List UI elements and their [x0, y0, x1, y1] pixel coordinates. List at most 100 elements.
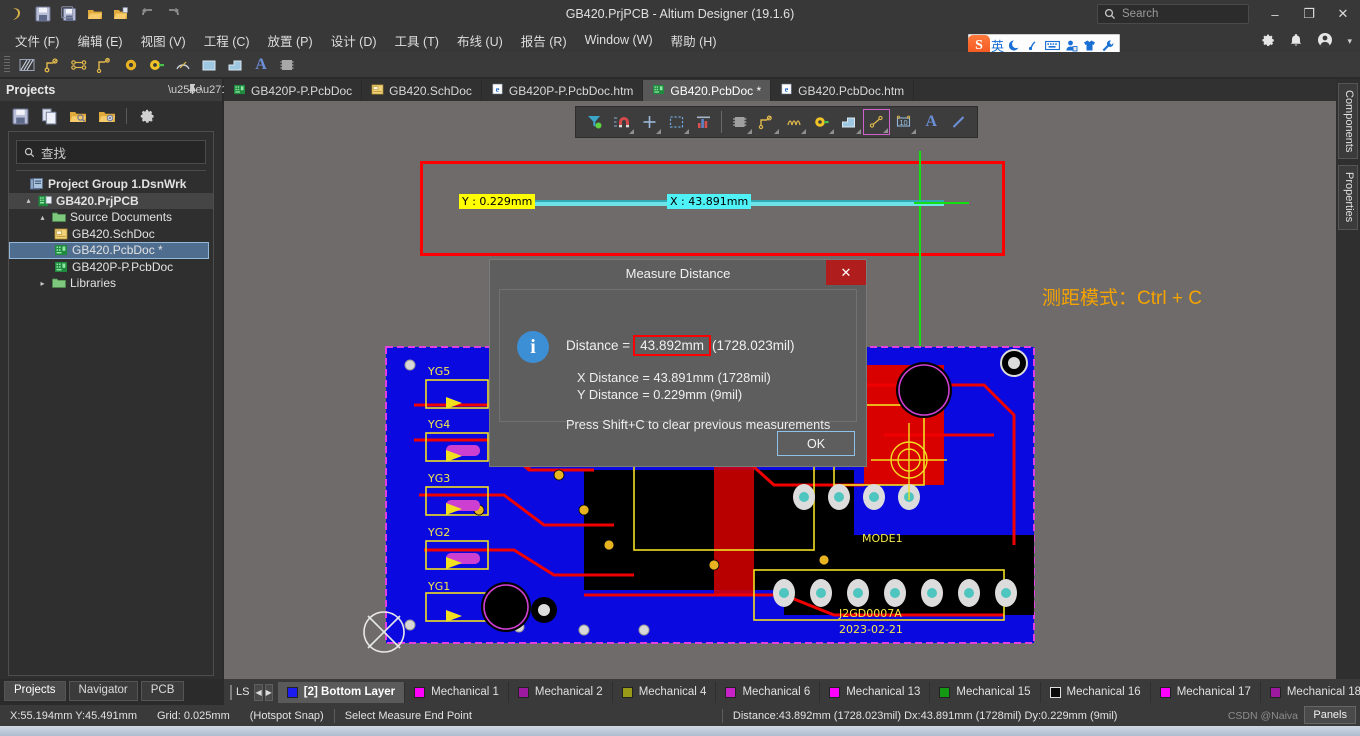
ok-button[interactable]: OK [777, 431, 855, 456]
board-insight-icon[interactable] [691, 109, 717, 135]
copy-icon[interactable] [39, 106, 59, 126]
menu-edit[interactable]: 编辑 (E) [68, 28, 131, 53]
layer-tab-mechanical-17[interactable]: Mechanical 17 [1151, 681, 1261, 703]
layer-tab-mechanical-1[interactable]: Mechanical 1 [405, 681, 509, 703]
panel-tab-projects[interactable]: Projects [4, 681, 66, 701]
crosshair-cursor-icon[interactable] [636, 109, 662, 135]
dropdown-corner-icon[interactable] [828, 129, 834, 134]
dropdown-corner-icon[interactable] [628, 129, 634, 134]
account-icon[interactable] [1317, 32, 1333, 51]
doc-tab-gb420p-p-pcbdoc-htm[interactable]: e GB420P-P.PcbDoc.htm [482, 80, 644, 101]
redo-icon[interactable] [162, 3, 184, 25]
panel-tab-components[interactable]: Components [1338, 83, 1358, 160]
tree-twisty[interactable]: ▸ [37, 279, 48, 288]
layer-next-button[interactable]: ▶ [264, 683, 273, 701]
place-string-icon[interactable]: A [918, 109, 944, 135]
menu-view[interactable]: 视图 (V) [132, 28, 195, 53]
place-via-icon[interactable] [808, 109, 834, 135]
place-arc-icon[interactable] [171, 54, 195, 76]
open-icon[interactable] [84, 3, 106, 25]
menu-tools[interactable]: 工具 (T) [386, 28, 448, 53]
length-tuning-icon[interactable] [781, 109, 807, 135]
pcb-canvas[interactable]: 10 A Y : 0.229mm X : 43.891mm 测距模式：Ctrl … [224, 101, 1336, 679]
interactive-multi-routing-icon[interactable] [41, 54, 65, 76]
dropdown-corner-icon[interactable] [856, 129, 862, 134]
layer-tab-mechanical-15[interactable]: Mechanical 15 [930, 681, 1041, 703]
menu-route[interactable]: 布线 (U) [448, 28, 512, 53]
menu-design[interactable]: 设计 (D) [322, 28, 386, 53]
tools-icon[interactable] [1101, 39, 1114, 52]
dropdown-corner-icon[interactable] [911, 129, 917, 134]
dropdown-corner-icon[interactable] [773, 129, 779, 134]
doc-tab-gb420-pcbdoc[interactable]: GB420.PcbDoc * [643, 80, 772, 101]
doc-tab-gb420-pcbdoc-htm[interactable]: e GB420.PcbDoc.htm [771, 80, 915, 101]
place-component-icon[interactable] [726, 109, 752, 135]
interactive-length-tuning-icon[interactable] [93, 54, 117, 76]
skin-icon[interactable] [1083, 39, 1096, 52]
menu-file[interactable]: 文件 (F) [6, 28, 68, 53]
save-icon[interactable] [32, 3, 54, 25]
undo-icon[interactable] [136, 3, 158, 25]
panel-tab-navigator[interactable]: Navigator [68, 681, 138, 701]
gear-icon[interactable] [136, 106, 156, 126]
gear-icon[interactable] [1260, 33, 1275, 51]
tree-item-gb420-prjpcb[interactable]: ▴ GB420.PrjPCB [9, 192, 213, 209]
layer-set-label[interactable]: LS [236, 686, 249, 698]
close-button[interactable]: ✕ [1326, 0, 1360, 28]
open-folder-search-icon[interactable] [68, 106, 88, 126]
close-icon[interactable]: \u2715 [200, 84, 234, 96]
chevron-down-icon[interactable]: ▾ [1347, 36, 1352, 47]
layer-tab-bottom-layer[interactable]: [2] Bottom Layer [277, 681, 406, 703]
open-project-icon[interactable] [110, 3, 132, 25]
place-fill-icon[interactable] [197, 54, 221, 76]
tree-item-workspace[interactable]: Project Group 1.DsnWrk [9, 176, 213, 193]
place-component-icon[interactable] [275, 54, 299, 76]
current-layer-color-swatch[interactable] [230, 684, 232, 700]
menu-reports[interactable]: 报告 (R) [512, 28, 576, 53]
place-via-icon[interactable] [145, 54, 169, 76]
save-icon[interactable] [10, 106, 30, 126]
chevron-down-icon[interactable]: \u25be [168, 84, 202, 96]
filter-icon[interactable] [581, 109, 607, 135]
place-polygon-icon[interactable] [836, 109, 862, 135]
layer-tab-mechanical-6[interactable]: Mechanical 6 [716, 681, 821, 703]
dropdown-corner-icon[interactable] [683, 129, 689, 134]
tree-item-gb420-schdoc[interactable]: GB420.SchDoc [9, 226, 213, 243]
open-folder-settings-icon[interactable] [97, 106, 117, 126]
place-pad-icon[interactable] [119, 54, 143, 76]
tree-item-gb420p-p-pcbdoc[interactable]: GB420P-P.PcbDoc [9, 259, 213, 276]
menu-window[interactable]: Window (W) [576, 30, 662, 50]
layer-tab-mechanical-2[interactable]: Mechanical 2 [509, 681, 613, 703]
pin-icon[interactable] [184, 83, 200, 97]
tree-item-source-documents[interactable]: ▴ Source Documents [9, 209, 213, 226]
menu-help[interactable]: 帮助 (H) [662, 28, 726, 53]
search-input[interactable]: Search [1097, 4, 1249, 24]
place-polygon-icon[interactable] [223, 54, 247, 76]
panel-tab-properties[interactable]: Properties [1338, 165, 1358, 230]
doc-tab-gb420-schdoc[interactable]: GB420.SchDoc [362, 80, 482, 101]
place-dimension-icon[interactable]: 10 [891, 109, 917, 135]
dropdown-corner-icon[interactable] [801, 129, 807, 134]
layer-tab-mechanical-13[interactable]: Mechanical 13 [820, 681, 931, 703]
place-string-icon[interactable]: A [249, 54, 273, 76]
interactive-routing-icon[interactable] [754, 109, 780, 135]
dropdown-corner-icon[interactable] [746, 129, 752, 134]
altium-logo-icon[interactable] [6, 3, 28, 25]
dropdown-corner-icon[interactable] [656, 129, 662, 134]
tree-item-libraries[interactable]: ▸ Libraries [9, 275, 213, 292]
tree-twisty[interactable]: ▴ [37, 213, 48, 222]
user-icon[interactable] [1065, 39, 1078, 52]
panels-button[interactable]: Panels [1304, 706, 1356, 724]
dropdown-corner-icon[interactable] [882, 128, 888, 133]
dialog-close-button[interactable]: ✕ [826, 260, 866, 285]
doc-tab-gb420p-p-pcbdoc[interactable]: GB420P-P.PcbDoc [224, 80, 363, 101]
place-line-icon[interactable] [863, 109, 890, 135]
keyboard-icon[interactable] [1045, 39, 1060, 52]
snap-magnet-icon[interactable] [608, 109, 634, 135]
interactive-routing-icon[interactable] [15, 54, 39, 76]
layer-tab-mechanical-16[interactable]: Mechanical 16 [1041, 681, 1151, 703]
layer-tab-mechanical-4[interactable]: Mechanical 4 [613, 681, 717, 703]
save-all-icon[interactable] [58, 3, 80, 25]
toolbar-grip[interactable] [4, 55, 10, 74]
menu-project[interactable]: 工程 (C) [195, 28, 259, 53]
